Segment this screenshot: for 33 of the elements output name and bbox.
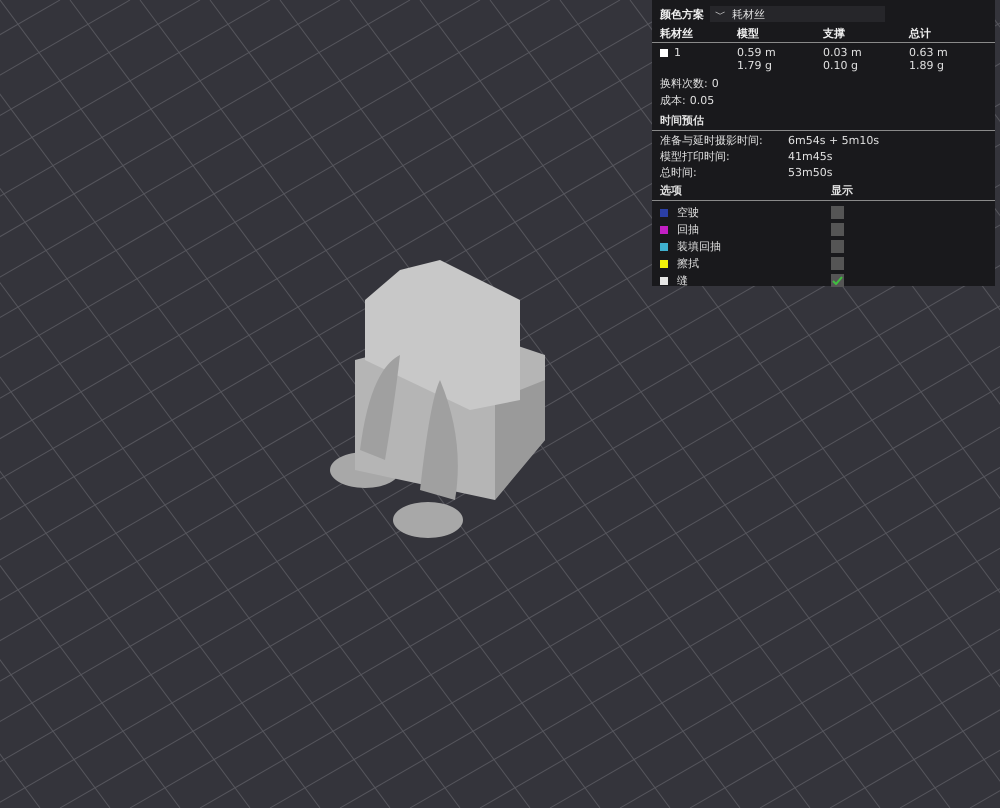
show-checkbox[interactable] — [831, 257, 844, 270]
time-label: 准备与延时摄影时间: — [660, 133, 764, 149]
show-checkbox[interactable] — [831, 206, 844, 219]
option-label: 回抽 — [677, 222, 699, 237]
show-checkbox[interactable] — [831, 223, 844, 236]
column-header: 耗材丝 — [660, 27, 694, 40]
time-label: 总时间: — [660, 165, 698, 181]
option-label: 缝 — [677, 273, 688, 288]
column-header: 模型 — [737, 27, 760, 40]
time-value: 6m54s + 5m10s — [788, 133, 880, 149]
time-label: 模型打印时间: — [660, 149, 731, 165]
option-label: 装填回抽 — [677, 239, 721, 254]
time-value: 53m50s — [788, 165, 834, 181]
stat-value: 0 — [712, 76, 719, 92]
show-checkbox[interactable] — [831, 274, 844, 287]
column-header: 显示 — [831, 183, 854, 198]
section-title: 时间预估 — [652, 109, 995, 131]
column-header: 支撑 — [823, 27, 846, 40]
column-header: 选项 — [660, 183, 683, 198]
filament-number: 1 — [674, 46, 681, 59]
stat-label: 换料次数: — [660, 76, 708, 92]
stat-label: 成本: — [660, 93, 686, 109]
color-scheme-label: 颜色方案 — [660, 6, 704, 22]
show-checkbox[interactable] — [831, 240, 844, 253]
column-header: 总计 — [909, 27, 932, 40]
usage-cell-text: 0.63 m 1.89 g — [909, 46, 949, 72]
usage-cell-text: 0.59 m 1.79 g — [737, 46, 777, 72]
usage-cell-text: 0.03 m 0.10 g — [823, 46, 863, 72]
option-label: 擦拭 — [677, 256, 699, 271]
time-value: 41m45s — [788, 149, 834, 165]
option-label: 空驶 — [677, 205, 699, 220]
stat-value: 0.05 — [690, 93, 714, 109]
color-scheme-dropdown[interactable]: ﹀ 耗材丝 — [710, 6, 885, 22]
